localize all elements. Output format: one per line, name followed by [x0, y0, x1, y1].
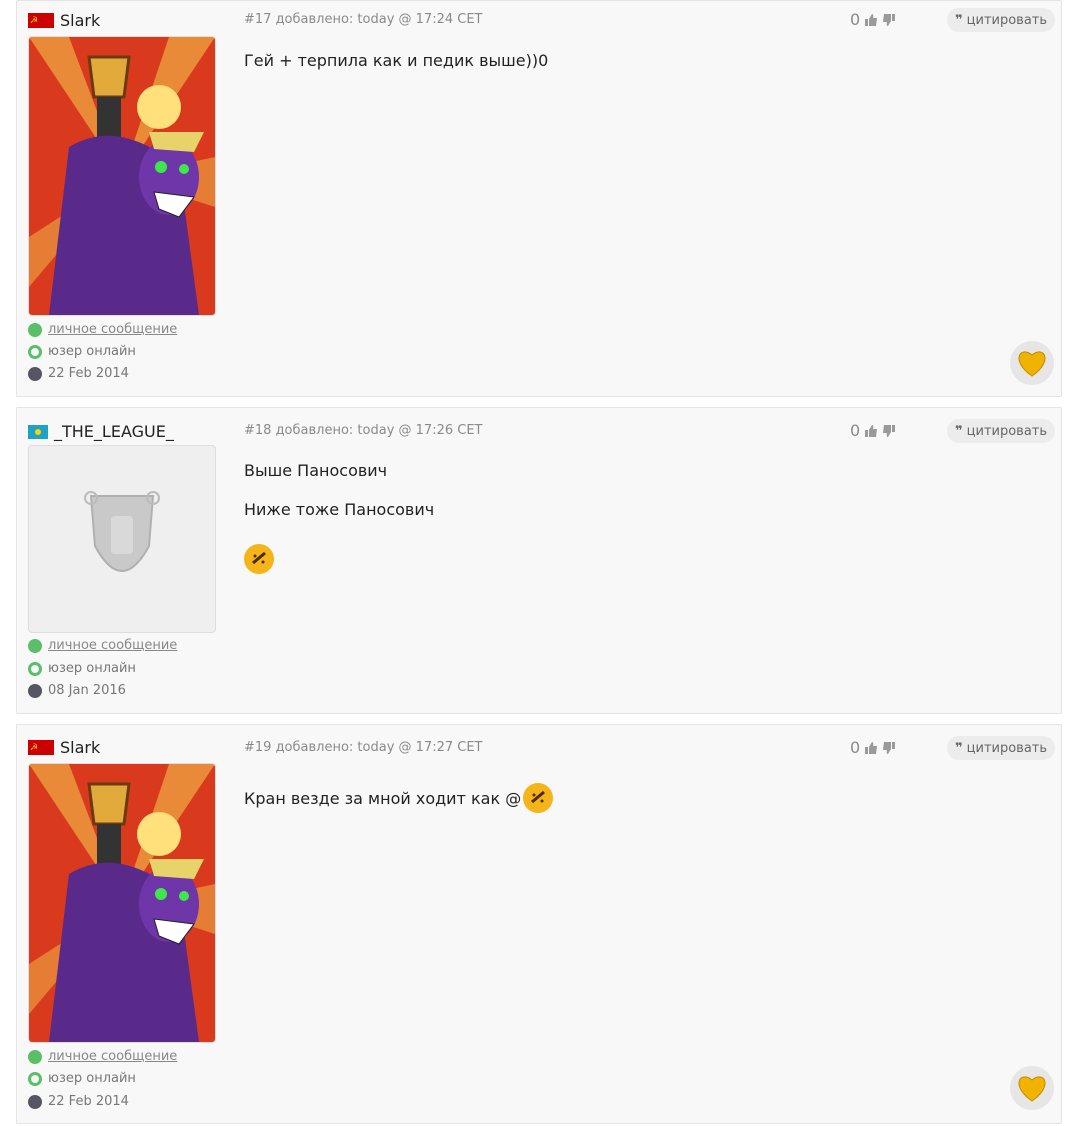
private-message-link[interactable]: личное сообщение	[28, 638, 177, 653]
online-status: юзер онлайн	[28, 1071, 136, 1086]
post-author[interactable]: ☭ Slark	[28, 738, 100, 757]
vote-count: 0	[850, 738, 861, 757]
post-text-row: Кран везде за мной ходит как @	[244, 783, 554, 813]
join-date-text: 22 Feb 2014	[48, 1094, 129, 1109]
rocket-icon	[28, 366, 42, 381]
heart-icon	[1018, 351, 1046, 377]
post-author[interactable]: ☭ Slark	[28, 11, 100, 30]
online-label: юзер онлайн	[48, 344, 136, 359]
avatar	[28, 36, 216, 316]
envelope-icon	[28, 1049, 42, 1064]
rocket-icon	[28, 1094, 42, 1109]
forum-post: ☭ Slark #19 добавлено: today @ 17:27 CET…	[16, 724, 1062, 1124]
thumbs-up-icon[interactable]	[864, 424, 878, 438]
kazakhstan-flag-icon	[28, 424, 48, 439]
post-text: Выше Паносович	[244, 461, 388, 480]
online-icon	[28, 661, 42, 676]
envelope-icon	[28, 638, 42, 653]
ussr-flag-icon: ☭	[28, 13, 54, 28]
quote-icon: ❞	[955, 740, 963, 756]
join-date: 22 Feb 2014	[28, 366, 129, 381]
post-meta: #19 добавлено: today @ 17:27 CET	[244, 740, 483, 755]
private-message-link[interactable]: личное сообщение	[28, 322, 177, 337]
avatar	[28, 445, 216, 633]
thumbs-down-icon[interactable]	[882, 424, 896, 438]
quote-label: цитировать	[966, 12, 1048, 28]
quote-button[interactable]: ❞ цитировать	[947, 8, 1056, 32]
private-message-link[interactable]: личное сообщение	[28, 1049, 177, 1064]
rolling-laugh-emoji-icon	[244, 544, 274, 574]
post-votes: 0	[850, 10, 896, 29]
vote-count: 0	[850, 421, 861, 440]
author-name[interactable]: Slark	[60, 11, 100, 30]
post-votes: 0	[850, 738, 896, 757]
join-date-text: 22 Feb 2014	[48, 366, 129, 381]
post-meta: #18 добавлено: today @ 17:26 CET	[244, 423, 483, 438]
post-meta: #17 добавлено: today @ 17:24 CET	[244, 12, 483, 27]
quote-button[interactable]: ❞ цитировать	[947, 736, 1056, 760]
quote-icon: ❞	[955, 12, 963, 28]
thumbs-down-icon[interactable]	[882, 741, 896, 755]
ussr-flag-icon: ☭	[28, 740, 54, 755]
thumbs-down-icon[interactable]	[882, 13, 896, 27]
thumbs-up-icon[interactable]	[864, 741, 878, 755]
post-text: Кран везде за мной ходит как @	[244, 788, 522, 808]
trophy-placeholder-icon	[84, 491, 160, 572]
forum-post: _THE_LEAGUE_ #18 добавлено: today @ 17:2…	[16, 407, 1062, 714]
online-status: юзер онлайн	[28, 344, 136, 359]
online-status: юзер онлайн	[28, 661, 136, 676]
post-text: Гей + терпила как и педик выше))0	[244, 51, 549, 70]
svg-text:☭: ☭	[30, 16, 38, 26]
online-icon	[28, 344, 42, 359]
quote-label: цитировать	[966, 740, 1048, 756]
quote-icon: ❞	[955, 423, 963, 439]
thumbs-up-icon[interactable]	[864, 13, 878, 27]
forum-post: ☭ Slark #17 добавлено: today @ 17:24 CET…	[16, 0, 1062, 397]
author-name[interactable]: _THE_LEAGUE_	[54, 422, 174, 441]
quote-button[interactable]: ❞ цитировать	[947, 419, 1056, 443]
heart-icon	[1018, 1076, 1046, 1102]
post-author[interactable]: _THE_LEAGUE_	[28, 422, 174, 441]
author-name[interactable]: Slark	[60, 738, 100, 757]
post-text: Ниже тоже Паносович	[244, 500, 435, 519]
post-votes: 0	[850, 421, 896, 440]
pm-label[interactable]: личное сообщение	[48, 322, 177, 337]
quote-label: цитировать	[966, 423, 1048, 439]
rocket-icon	[28, 683, 42, 698]
envelope-icon	[28, 322, 42, 337]
online-icon	[28, 1071, 42, 1086]
like-heart-button[interactable]	[1010, 1066, 1054, 1110]
online-label: юзер онлайн	[48, 661, 136, 676]
online-label: юзер онлайн	[48, 1071, 136, 1086]
laughing-emoji	[244, 544, 274, 574]
rolling-laugh-emoji-icon	[523, 783, 554, 813]
svg-text:☭: ☭	[30, 743, 38, 753]
like-heart-button[interactable]	[1010, 341, 1054, 385]
vote-count: 0	[850, 10, 861, 29]
join-date: 22 Feb 2014	[28, 1094, 129, 1109]
join-date: 08 Jan 2016	[28, 683, 126, 698]
join-date-text: 08 Jan 2016	[48, 683, 126, 698]
avatar	[28, 763, 216, 1043]
pm-label[interactable]: личное сообщение	[48, 638, 177, 653]
pm-label[interactable]: личное сообщение	[48, 1049, 177, 1064]
